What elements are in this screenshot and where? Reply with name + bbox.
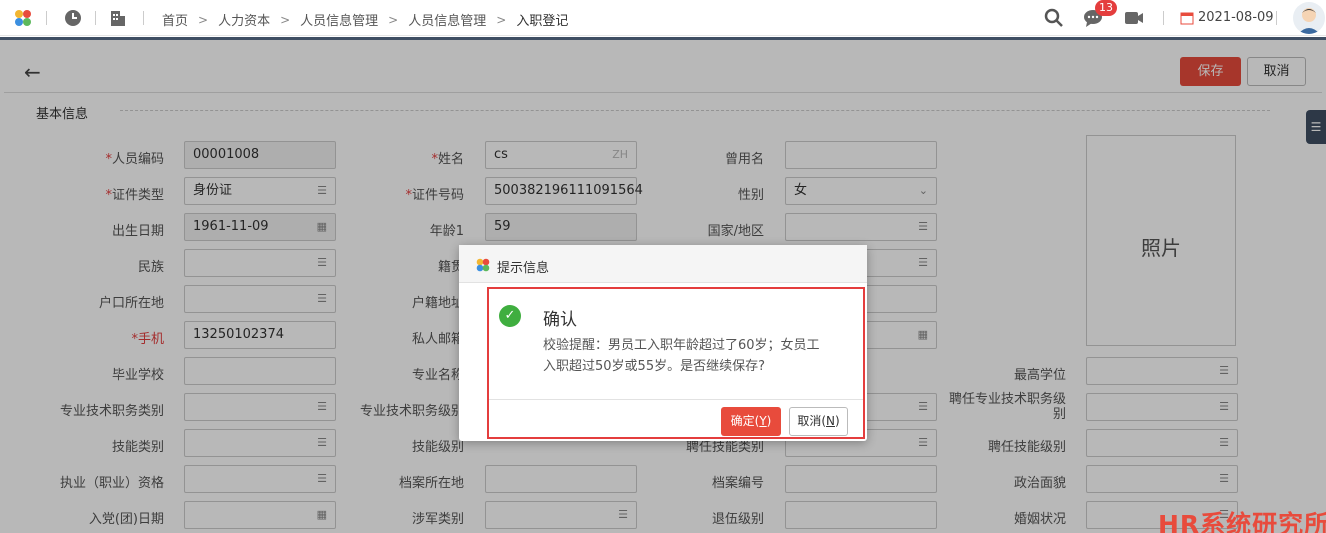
avatar[interactable]: [1293, 2, 1325, 34]
building-icon[interactable]: [108, 8, 128, 28]
breadcrumb-item-home[interactable]: 首页: [162, 10, 188, 29]
divider: [46, 11, 47, 25]
app-logo-icon[interactable]: [13, 8, 33, 28]
breadcrumb: 首页 > 人力资本 > 人员信息管理 > 人员信息管理 > 入职登记: [162, 10, 569, 30]
calendar-icon: [1180, 12, 1194, 24]
date-display[interactable]: 2021-08-09: [1180, 10, 1274, 25]
dialog-footer-divider: [489, 399, 863, 400]
breadcrumb-item-hr-capital[interactable]: 人力资本: [218, 10, 270, 29]
confirm-cancel-button[interactable]: 取消(N): [789, 407, 848, 436]
breadcrumb-item-current: 入职登记: [516, 14, 569, 29]
check-circle-icon: ✓: [499, 305, 521, 327]
search-icon[interactable]: [1044, 8, 1064, 28]
chevron-right-icon: >: [388, 12, 399, 27]
confirm-ok-button[interactable]: 确定(Y): [721, 407, 781, 436]
video-icon[interactable]: [1124, 8, 1144, 28]
divider: [143, 11, 144, 25]
divider: [1276, 11, 1277, 25]
watermark: HR系统研究所: [1158, 510, 1326, 533]
dialog-message: 校验提醒：男员工入职年龄超过了60岁；女员工入职超过50岁或55岁。是否继续保存…: [543, 338, 820, 374]
top-bar: 首页 > 人力资本 > 人员信息管理 > 人员信息管理 > 入职登记 13 20…: [0, 0, 1326, 36]
dialog-body: ✓ 确认 校验提醒：男员工入职年龄超过了60岁；女员工入职超过50岁或55岁。是…: [487, 287, 865, 439]
breadcrumb-item-staff-info[interactable]: 人员信息管理: [300, 10, 378, 29]
clock-icon[interactable]: [63, 8, 83, 28]
app-logo-icon: [476, 258, 490, 272]
divider: [95, 11, 96, 25]
chevron-right-icon: >: [198, 12, 209, 27]
chevron-right-icon: >: [496, 12, 507, 27]
breadcrumb-item-staff-info-2[interactable]: 人员信息管理: [408, 10, 486, 29]
dialog-heading: 确认: [543, 310, 577, 330]
notification-badge: 13: [1095, 0, 1117, 16]
chevron-right-icon: >: [280, 12, 291, 27]
date-text: 2021-08-09: [1198, 10, 1274, 25]
confirm-dialog: 提示信息 ✓ 确认 校验提醒：男员工入职年龄超过了60岁；女员工入职超过50岁或…: [459, 245, 867, 441]
dialog-title: 提示信息: [497, 261, 550, 276]
dialog-header[interactable]: 提示信息: [459, 245, 867, 283]
divider: [1163, 11, 1164, 25]
